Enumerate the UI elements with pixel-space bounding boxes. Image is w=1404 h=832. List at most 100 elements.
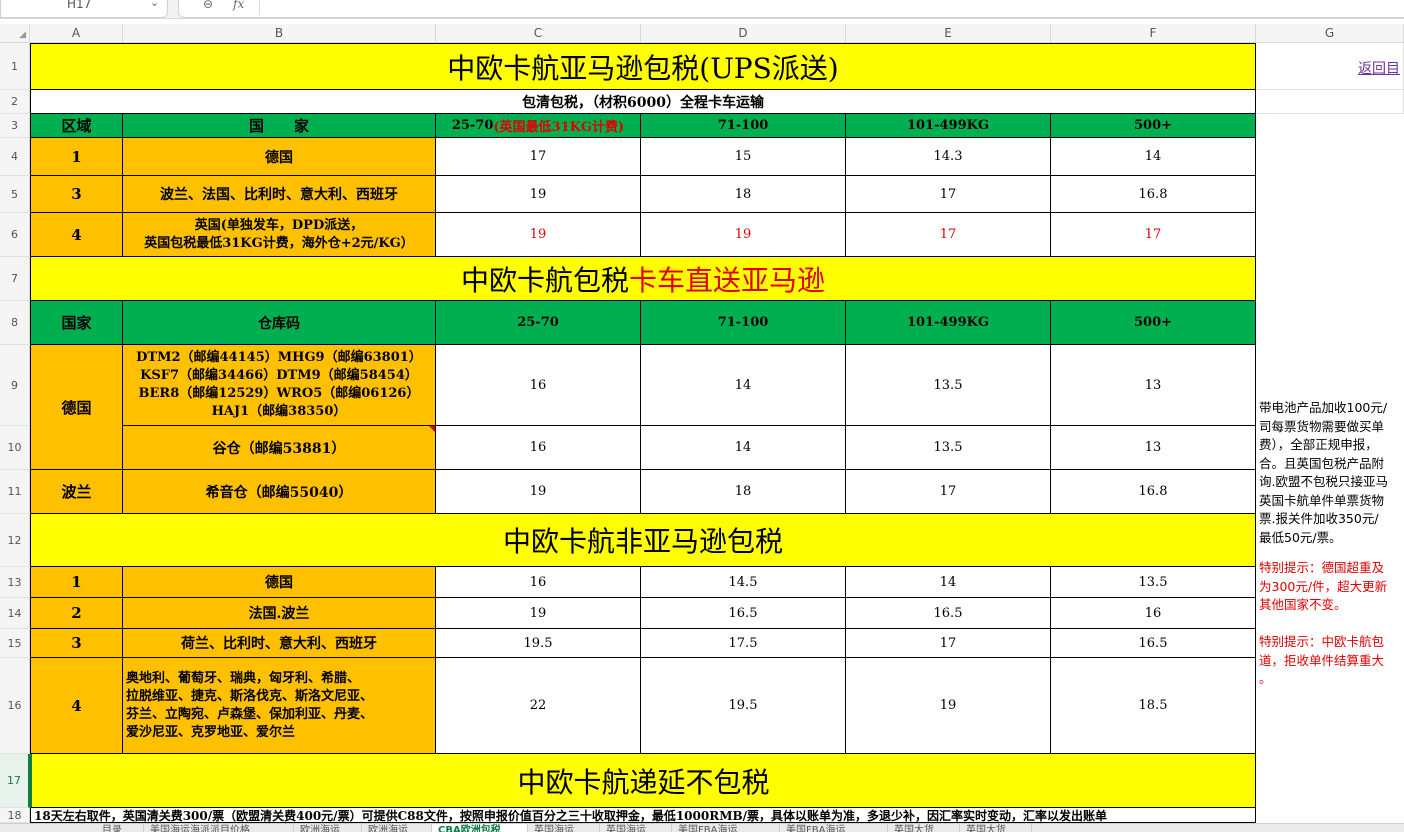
t3-price-cell[interactable]: 18.5	[1051, 658, 1256, 754]
hdr2-500-plus[interactable]: 500+	[1051, 301, 1256, 345]
col-header-g[interactable]: G	[1256, 24, 1404, 43]
t3-region-cell[interactable]: 2	[30, 598, 123, 629]
col-header-c[interactable]: C	[436, 24, 641, 43]
t3-price-cell[interactable]: 22	[436, 658, 641, 754]
select-all-corner[interactable]: ◢	[0, 24, 30, 43]
t1-price-cell[interactable]: 14	[1051, 138, 1256, 176]
row-header-15[interactable]: 15	[0, 629, 30, 658]
t2-price-cell[interactable]: 18	[641, 470, 846, 514]
col-header-e[interactable]: E	[846, 24, 1051, 43]
t1-price-cell[interactable]: 16.8	[1051, 176, 1256, 213]
t3-price-cell[interactable]: 19.5	[436, 629, 641, 658]
row-header-14[interactable]: 14	[0, 598, 30, 629]
t3-price-cell[interactable]: 14.5	[641, 567, 846, 598]
t3-price-cell[interactable]: 16.5	[846, 598, 1051, 629]
chevron-down-icon[interactable]: ⌄	[150, 0, 159, 9]
t3-price-cell[interactable]: 19	[846, 658, 1051, 754]
row-header-13[interactable]: 13	[0, 567, 30, 598]
t2-price-cell[interactable]: 13	[1051, 345, 1256, 426]
t3-price-cell[interactable]: 19	[436, 598, 641, 629]
t3-price-cell[interactable]: 14	[846, 567, 1051, 598]
t2-price-cell[interactable]: 13	[1051, 426, 1256, 470]
t2-country-poland[interactable]: 波兰	[30, 470, 123, 514]
t2-price-cell[interactable]: 16	[436, 426, 641, 470]
t3-price-cell[interactable]: 19.5	[641, 658, 846, 754]
col-header-a[interactable]: A	[30, 24, 123, 43]
note-germany-overweight[interactable]: 特别提示：德国超重及 为300元/件，超大更新 其他国家不变。	[1259, 559, 1404, 615]
t1-price-cell[interactable]: 17	[846, 213, 1051, 257]
t3-price-cell[interactable]: 17.5	[641, 629, 846, 658]
t1-price-cell[interactable]: 14.3	[846, 138, 1051, 176]
hdr-500-plus[interactable]: 500+	[1051, 114, 1256, 138]
row-header-17[interactable]: 17	[0, 754, 30, 808]
t3-price-cell[interactable]: 16	[436, 567, 641, 598]
t3-price-cell[interactable]: 16	[1051, 598, 1256, 629]
hdr2-country[interactable]: 国家	[30, 301, 123, 345]
deferred-notes-cell[interactable]: 18天左右取件，英国清关费300/票（欧盟清关费400元/票）可提供C88文件，…	[30, 808, 1256, 823]
title-non-amazon[interactable]: 中欧卡航非亚马逊包税	[30, 514, 1256, 567]
t3-country-cell[interactable]: 荷兰、比利时、意大利、西班牙	[123, 629, 436, 658]
title-truck-amazon[interactable]: 中欧卡航包税 卡车直送亚马逊	[30, 257, 1256, 301]
t1-region-cell[interactable]: 4	[30, 213, 123, 257]
t1-price-cell[interactable]: 17	[1051, 213, 1256, 257]
t1-price-cell[interactable]: 19	[436, 213, 641, 257]
row-header-5[interactable]: 5	[0, 176, 30, 213]
t1-price-cell[interactable]: 15	[641, 138, 846, 176]
t1-price-cell[interactable]: 17	[846, 176, 1051, 213]
comment-marker[interactable]	[429, 426, 435, 432]
row-header-11[interactable]: 11	[0, 470, 30, 514]
note-truck-single-piece[interactable]: 特别提示：中欧卡航包 道，拒收单件结算重大 。	[1259, 633, 1404, 689]
hdr-country[interactable]: 国 家	[123, 114, 436, 138]
t3-region-cell[interactable]: 4	[30, 658, 123, 754]
hdr2-71-100[interactable]: 71-100	[641, 301, 846, 345]
title-deferred-no-tax[interactable]: 中欧卡航递延不包税	[30, 754, 1256, 808]
t3-country-cell[interactable]: 奥地利、葡萄牙、瑞典，匈牙利、希腊、 拉脱维亚、捷克、斯洛伐克、斯洛文尼亚、 芬…	[123, 658, 436, 754]
row-header-7[interactable]: 7	[0, 257, 30, 301]
hdr-101-499[interactable]: 101-499KG	[846, 114, 1051, 138]
t3-price-cell[interactable]: 16.5	[641, 598, 846, 629]
t2-price-cell[interactable]: 16	[436, 345, 641, 426]
row-header-4[interactable]: 4	[0, 138, 30, 176]
t2-price-cell[interactable]: 13.5	[846, 345, 1051, 426]
t2-price-cell[interactable]: 16.8	[1051, 470, 1256, 514]
row-header-18[interactable]: 18	[0, 808, 30, 823]
hdr2-warehouse[interactable]: 仓库码	[123, 301, 436, 345]
t3-price-cell[interactable]: 16.5	[1051, 629, 1256, 658]
t1-region-cell[interactable]: 3	[30, 176, 123, 213]
hdr-region[interactable]: 区域	[30, 114, 123, 138]
t1-country-cell[interactable]: 德国	[123, 138, 436, 176]
t1-price-cell[interactable]: 17	[436, 138, 641, 176]
hdr-71-100[interactable]: 71-100	[641, 114, 846, 138]
row-header-12[interactable]: 12	[0, 514, 30, 567]
t2-price-cell[interactable]: 19	[436, 470, 641, 514]
row-header-8[interactable]: 8	[0, 301, 30, 345]
t2-warehouse-cell[interactable]: 谷仓（邮编53881）	[123, 426, 436, 470]
zoom-icon[interactable]: ⊖	[203, 0, 213, 11]
hdr2-101-499[interactable]: 101-499KG	[846, 301, 1051, 345]
col-header-f[interactable]: F	[1051, 24, 1256, 43]
t1-price-cell[interactable]: 19	[641, 213, 846, 257]
t3-region-cell[interactable]: 3	[30, 629, 123, 658]
t2-country-germany[interactable]: 德国	[30, 345, 123, 470]
t3-price-cell[interactable]: 13.5	[1051, 567, 1256, 598]
name-box[interactable]: H17 ⌄	[0, 0, 168, 18]
t3-price-cell[interactable]: 17	[846, 629, 1051, 658]
t1-region-cell[interactable]: 1	[30, 138, 123, 176]
t1-price-cell[interactable]: 18	[641, 176, 846, 213]
t3-region-cell[interactable]: 1	[30, 567, 123, 598]
col-header-b[interactable]: B	[123, 24, 436, 43]
t3-country-cell[interactable]: 法国.波兰	[123, 598, 436, 629]
row-header-2[interactable]: 2	[0, 90, 30, 114]
note-battery-surcharge[interactable]: 带电池产品加收100元/ 司每票货物需要做买单 费），全部正规申报， 合。且英国…	[1259, 399, 1404, 549]
back-to-index-link[interactable]: 返回目	[1358, 58, 1400, 78]
t1-price-cell[interactable]: 19	[436, 176, 641, 213]
title-amazon-ups[interactable]: 中欧卡航亚马逊包税(UPS派送)	[30, 43, 1256, 90]
t2-price-cell[interactable]: 14	[641, 345, 846, 426]
fx-icon[interactable]: fx	[233, 0, 244, 11]
row-header-10[interactable]: 10	[0, 426, 30, 470]
t3-country-cell[interactable]: 德国	[123, 567, 436, 598]
hdr-25-70[interactable]: 25-70 (英国最低31KG计费)	[436, 114, 641, 138]
row-header-6[interactable]: 6	[0, 213, 30, 257]
t1-country-cell[interactable]: 波兰、法国、比利时、意大利、西班牙	[123, 176, 436, 213]
t1-country-cell[interactable]: 英国(单独发车，DPD派送， 英国包税最低31KG计费，海外仓+2元/KG）	[123, 213, 436, 257]
